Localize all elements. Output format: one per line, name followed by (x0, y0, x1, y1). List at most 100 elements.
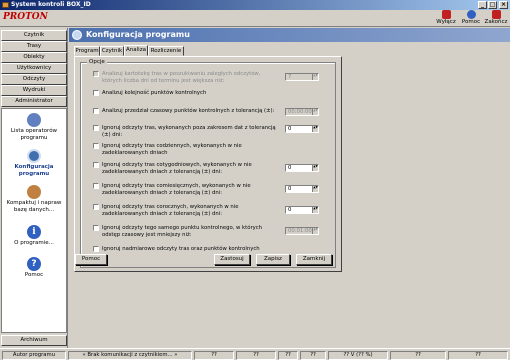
status-reader-connection: « Brak komunikacji z czytnikiem... » (68, 351, 192, 360)
spinner-arrows-icon[interactable]: ▲▼ (312, 186, 318, 192)
option-weekly-routes-label: Ignoruj odczyty tras cotygodniowych, wyk… (102, 162, 252, 175)
option-yearly-routes-checkbox[interactable] (93, 204, 99, 210)
sidebar-item-config[interactable]: Konfiguracja programu (2, 149, 66, 178)
maximize-button[interactable]: □ (488, 1, 497, 9)
title-bar: System kontroli BOX_ID _ □ × (0, 0, 510, 10)
option-yearly-routes[interactable]: Ignoruj odczyty tras corocznych, wykonan… (93, 204, 278, 217)
sidebar-item-about[interactable]: i O programie... (2, 225, 66, 247)
sidebar-button-uzytkownicy[interactable]: Użytkownicy (1, 63, 67, 74)
sidebar-item-operators[interactable]: Lista operatorów programu (2, 113, 66, 142)
option-checkpoint-order-label: Analizuj kolejność punktów kontrolnych (102, 90, 207, 96)
spinner-arrows-icon[interactable]: ▲▼ (312, 109, 318, 115)
option-daily-routes-checkbox[interactable] (93, 143, 99, 149)
option-redundant-reads-checkbox[interactable] (93, 246, 99, 252)
config-icon (72, 30, 82, 40)
option-date-range[interactable]: Ignoruj odczyty tras, wykonanych poza za… (93, 125, 278, 138)
option-weekly-routes[interactable]: Ignoruj odczyty tras cotygodniowych, wyk… (93, 162, 278, 175)
option-monthly-routes-label: Ignoruj odczyty tras comiesięcznych, wyk… (102, 183, 251, 196)
archive-button[interactable]: Archiwum (1, 335, 67, 346)
option-overdue-reads[interactable]: Analizuj kartotekę tras w poszukiwaniu z… (93, 71, 278, 84)
option-same-checkpoint-checkbox[interactable] (93, 225, 99, 231)
option-checkpoint-order-checkbox[interactable] (93, 90, 99, 96)
spinner-arrows-icon[interactable]: ▲▼ (312, 207, 318, 213)
sidebar-item-repair-db-label: Kompaktuj i napraw bazę danych... (6, 200, 62, 213)
config-icon (27, 149, 41, 163)
help-button[interactable]: Pomoc (75, 254, 107, 265)
power-off-icon (441, 10, 451, 19)
page-title: Konfiguracja programu (86, 30, 190, 39)
weekly-tolerance-stepper[interactable]: 0 ▲▼ (285, 164, 319, 172)
option-redundant-reads[interactable]: Ignoruj nadmiarowe odczyty tras oraz pun… (93, 246, 278, 253)
main-panel: Konfiguracja programu Program Czytnik An… (69, 28, 510, 348)
tab-czytnik[interactable]: Czytnik (100, 46, 124, 56)
option-overdue-reads-checkbox[interactable] (93, 71, 99, 77)
option-checkpoint-order[interactable]: Analizuj kolejność punktów kontrolnych (93, 90, 278, 97)
sidebar-button-trasy[interactable]: Trasy (1, 41, 67, 52)
time-tolerance-stepper[interactable]: 00:00:00 ▲▼ (285, 108, 319, 116)
option-date-range-label: Ignoruj odczyty tras, wykonanych poza za… (102, 125, 276, 138)
yearly-tolerance-value: 0 (288, 207, 292, 213)
sidebar-button-obiekty[interactable]: Obiekty (1, 52, 67, 63)
info-icon: i (27, 225, 41, 239)
option-monthly-routes[interactable]: Ignoruj odczyty tras comiesięcznych, wyk… (93, 183, 278, 196)
option-monthly-routes-checkbox[interactable] (93, 183, 99, 189)
date-tolerance-value: 0 (288, 126, 292, 132)
status-field-5: ?? (278, 351, 298, 360)
status-field-6: ?? (300, 351, 326, 360)
option-overdue-reads-label: Analizuj kartotekę tras w poszukiwaniu z… (102, 71, 261, 84)
tab-content: Opcje Analizuj kartotekę tras w poszukiw… (74, 56, 342, 272)
option-daily-routes[interactable]: Ignoruj odczyty tras codziennych, wykona… (93, 143, 278, 156)
close-button[interactable]: Zamknij (296, 254, 332, 265)
sidebar-button-administrator[interactable]: Administrator (1, 96, 67, 107)
save-button[interactable]: Zapisz (256, 254, 290, 265)
min-interval-stepper[interactable]: 00:01:00 ▲▼ (285, 227, 319, 235)
yearly-tolerance-stepper[interactable]: 0 ▲▼ (285, 206, 319, 214)
toolbar-exit-label: Zakończ (484, 19, 508, 25)
sidebar-item-help-label: Pomoc (24, 272, 44, 278)
spinner-arrows-icon[interactable]: ▲▼ (312, 228, 318, 234)
minimize-button[interactable]: _ (478, 1, 487, 9)
toolbar: PROTON Wyłącz Pomoc Zakończ (0, 10, 510, 27)
close-window-button[interactable]: × (499, 1, 508, 9)
sidebar-button-czytnik[interactable]: Czytnik (1, 30, 67, 41)
time-tolerance-value: 00:00:00 (288, 109, 312, 115)
option-same-checkpoint[interactable]: Ignoruj odczyty tego samego punktu kontr… (93, 225, 278, 238)
overdue-days-value: 7 (288, 74, 292, 80)
tab-analiza[interactable]: Analiza (124, 45, 148, 56)
sidebar-item-help[interactable]: ? Pomoc (2, 257, 66, 279)
help-icon: ? (27, 257, 41, 271)
monthly-tolerance-stepper[interactable]: 0 ▲▼ (285, 185, 319, 193)
status-field-8: ?? (390, 351, 446, 360)
spinner-arrows-icon[interactable]: ▲▼ (312, 74, 318, 80)
overdue-days-stepper[interactable]: 7 ▲▼ (285, 73, 319, 81)
option-time-range-checkbox[interactable] (93, 108, 99, 114)
toolbar-exit-button[interactable]: Zakończ (484, 10, 508, 27)
tab-program[interactable]: Program (74, 46, 100, 56)
sidebar: Czytnik Trasy Obiekty Użytkownicy Odczyt… (0, 28, 68, 348)
option-date-range-checkbox[interactable] (93, 125, 99, 131)
page-header: Konfiguracja programu (69, 28, 510, 42)
spinner-arrows-icon[interactable]: ▲▼ (312, 165, 318, 171)
tab-rozliczenie[interactable]: Rozliczenie (148, 46, 184, 56)
spinner-arrows-icon[interactable]: ▲▼ (312, 126, 318, 132)
sidebar-item-operators-label: Lista operatorów programu (10, 128, 58, 141)
toolbar-help-label: Pomoc (461, 19, 481, 25)
status-battery: ?? V (?? %) (328, 351, 388, 360)
apply-button[interactable]: Zastosuj (214, 254, 250, 265)
options-group-title: Opcje (87, 59, 107, 66)
option-time-range[interactable]: Analizuj przedział czasowy punktów kontr… (93, 108, 278, 115)
repair-database-icon (27, 185, 41, 199)
status-bar: Autor programu « Brak komunikacji z czyt… (0, 348, 510, 360)
option-weekly-routes-checkbox[interactable] (93, 162, 99, 168)
status-field-4: ?? (236, 351, 276, 360)
sidebar-button-wydruki[interactable]: Wydruki (1, 85, 67, 96)
sidebar-item-repair-db[interactable]: Kompaktuj i napraw bazę danych... (2, 185, 66, 214)
option-same-checkpoint-label: Ignoruj odczyty tego samego punktu kontr… (102, 225, 263, 238)
toolbar-help-button[interactable]: Pomoc (459, 10, 483, 27)
sidebar-panel: Lista operatorów programu Konfiguracja p… (1, 108, 67, 333)
date-tolerance-stepper[interactable]: 0 ▲▼ (285, 125, 319, 133)
toolbar-power-off-button[interactable]: Wyłącz (434, 10, 458, 27)
proton-logo: PROTON (3, 12, 48, 22)
option-yearly-routes-label: Ignoruj odczyty tras corocznych, wykonan… (102, 204, 239, 217)
sidebar-button-odczyty[interactable]: Odczyty (1, 74, 67, 85)
